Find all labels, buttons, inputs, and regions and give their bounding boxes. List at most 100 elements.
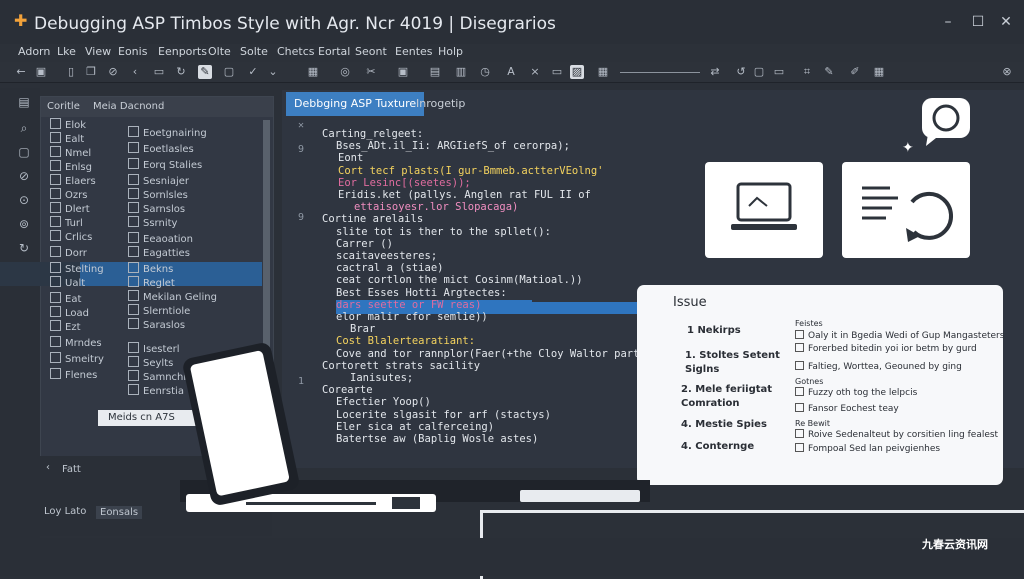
- grid2-icon[interactable]: ▦: [596, 65, 610, 79]
- tab-media[interactable]: Meia Dacnond: [93, 101, 164, 112]
- tree-item[interactable]: Elaers: [50, 174, 96, 187]
- frame2-icon[interactable]: ▭: [550, 65, 564, 79]
- sync-card[interactable]: [842, 162, 970, 258]
- tag-icon[interactable]: ⌗: [800, 65, 814, 79]
- copy-icon[interactable]: ❐: [84, 65, 98, 79]
- minimize-button[interactable]: –: [940, 14, 956, 30]
- menu-item[interactable]: Lke: [57, 45, 76, 58]
- explorer-icon[interactable]: ▤: [16, 94, 32, 110]
- text-icon[interactable]: A: [504, 65, 518, 79]
- tree-item[interactable]: Samnchig: [128, 370, 193, 383]
- tree-item[interactable]: Seylts: [128, 356, 173, 369]
- link-icon[interactable]: ⊘: [16, 168, 32, 184]
- frame-icon[interactable]: ▢: [222, 65, 236, 79]
- sync-icon[interactable]: ↻: [16, 240, 32, 256]
- bottom-tab[interactable]: Fatt: [62, 464, 81, 475]
- tree-item[interactable]: Enlsg: [50, 160, 92, 173]
- pen-icon[interactable]: ✎: [822, 65, 836, 79]
- square-icon[interactable]: ▢: [752, 65, 766, 79]
- checkbox-icon[interactable]: [795, 443, 804, 452]
- tree-item[interactable]: Ssrnity: [128, 216, 177, 229]
- checklist-item[interactable]: Forerbed bitedin yoi ior betm by gurd: [795, 343, 977, 354]
- laptop-card[interactable]: [705, 162, 823, 258]
- tree-item[interactable]: Eat: [50, 292, 81, 305]
- editor-tab[interactable]: Inrogetip: [408, 92, 473, 116]
- chevron-down-icon[interactable]: ⌄: [266, 65, 280, 79]
- tree-item[interactable]: Turl: [50, 216, 83, 229]
- checklist-item[interactable]: Faltieg, Worttea, Geouned by ging: [795, 361, 962, 372]
- tree-item[interactable]: Eoetlasles: [128, 142, 194, 155]
- close-circle-icon[interactable]: ⊗: [1000, 65, 1014, 79]
- checklist-item[interactable]: Fompoal Sed lan peivgienhes: [795, 443, 940, 454]
- tree-item[interactable]: Slerntiole: [128, 304, 190, 317]
- menu-item[interactable]: Olte: [208, 45, 231, 58]
- menu-item[interactable]: View: [85, 45, 111, 58]
- loop-icon[interactable]: ↺: [734, 65, 748, 79]
- checkbox-icon[interactable]: [795, 330, 804, 339]
- tree-item[interactable]: Ozrs: [50, 188, 87, 201]
- link-icon[interactable]: ⊘: [106, 65, 120, 79]
- tab-explorer[interactable]: Coritle: [47, 101, 80, 112]
- tree-item[interactable]: Stelting: [50, 262, 104, 275]
- clock-icon[interactable]: ◷: [478, 65, 492, 79]
- image-icon[interactable]: ▨: [570, 65, 584, 79]
- window-icon[interactable]: ▣: [396, 65, 410, 79]
- tree-item[interactable]: Isesterl: [128, 342, 179, 355]
- tree-item[interactable]: Ealt: [50, 132, 84, 145]
- tool-icon[interactable]: ✂: [364, 65, 378, 79]
- tree-item[interactable]: Elok: [50, 118, 86, 131]
- tree-item[interactable]: Sarnslos: [128, 202, 185, 215]
- frame3-icon[interactable]: ▭: [772, 65, 786, 79]
- checklist-item[interactable]: Fuzzy oth tog the lelpcis: [795, 387, 917, 398]
- slider-handle[interactable]: [392, 497, 420, 509]
- menu-item[interactable]: Eenports: [158, 45, 207, 58]
- tree-item[interactable]: Eeaoation: [128, 232, 193, 245]
- tree-item[interactable]: Flenes: [50, 368, 97, 381]
- menu-item[interactable]: Adorn: [18, 45, 50, 58]
- chat-icon[interactable]: ▢: [16, 144, 32, 160]
- maximize-button[interactable]: ☐: [970, 14, 986, 30]
- tree-item[interactable]: Eenrstia: [128, 384, 184, 397]
- file-icon[interactable]: ▯: [64, 65, 78, 79]
- menu-item[interactable]: Holp: [438, 45, 463, 58]
- tree-item[interactable]: Dlert: [50, 202, 90, 215]
- close-small-icon[interactable]: ×: [528, 65, 542, 79]
- tree-item[interactable]: Saraslos: [128, 318, 185, 331]
- tree-item[interactable]: Sornlsles: [128, 188, 188, 201]
- arrow-bar[interactable]: [520, 490, 640, 502]
- save-icon[interactable]: ▣: [34, 65, 48, 79]
- tree-item[interactable]: Reglet: [128, 276, 175, 289]
- menu-item[interactable]: Eonis: [118, 45, 147, 58]
- target-icon[interactable]: ◎: [338, 65, 352, 79]
- menu-item[interactable]: Eortal: [318, 45, 350, 58]
- menu-item[interactable]: Seont: [355, 45, 387, 58]
- refresh-icon[interactable]: ↻: [174, 65, 188, 79]
- checkbox-icon[interactable]: [795, 387, 804, 396]
- grid-icon[interactable]: ▦: [306, 65, 320, 79]
- menu-item[interactable]: Solte: [240, 45, 268, 58]
- back-icon[interactable]: ←: [14, 65, 28, 79]
- transfer-icon[interactable]: ⇄: [708, 65, 722, 79]
- checklist-item[interactable]: Oaly it in Bgedia Wedi of Gup Mangastete…: [795, 330, 1004, 341]
- tree-item[interactable]: Bekns: [128, 262, 173, 275]
- arrow-left-icon[interactable]: ‹: [128, 65, 142, 79]
- menu-item[interactable]: Eentes: [395, 45, 433, 58]
- tree-item[interactable]: Ezt: [50, 320, 81, 333]
- tree-item[interactable]: Load: [50, 306, 89, 319]
- settings-icon[interactable]: ⊙: [16, 192, 32, 208]
- grid3-icon[interactable]: ▦: [872, 65, 886, 79]
- tree-item[interactable]: Dorr: [50, 246, 87, 259]
- checkbox-icon[interactable]: [795, 429, 804, 438]
- tree-item[interactable]: Eoetgnairing: [128, 126, 207, 139]
- tree-item[interactable]: Mekilan Geling: [128, 290, 217, 303]
- menu-item[interactable]: Chetcs: [277, 45, 315, 58]
- tree-item[interactable]: Crlics: [50, 230, 92, 243]
- clipboard2-icon[interactable]: ▥: [454, 65, 468, 79]
- search-icon[interactable]: ⌕: [16, 120, 32, 136]
- checkbox-icon[interactable]: [795, 343, 804, 352]
- edit-icon[interactable]: ✎: [198, 65, 212, 79]
- checkbox-icon[interactable]: [795, 361, 804, 370]
- checkbox-icon[interactable]: [795, 403, 804, 412]
- checklist-item[interactable]: Fansor Eochest teay: [795, 403, 899, 414]
- tree-item[interactable]: Nmel: [50, 146, 91, 159]
